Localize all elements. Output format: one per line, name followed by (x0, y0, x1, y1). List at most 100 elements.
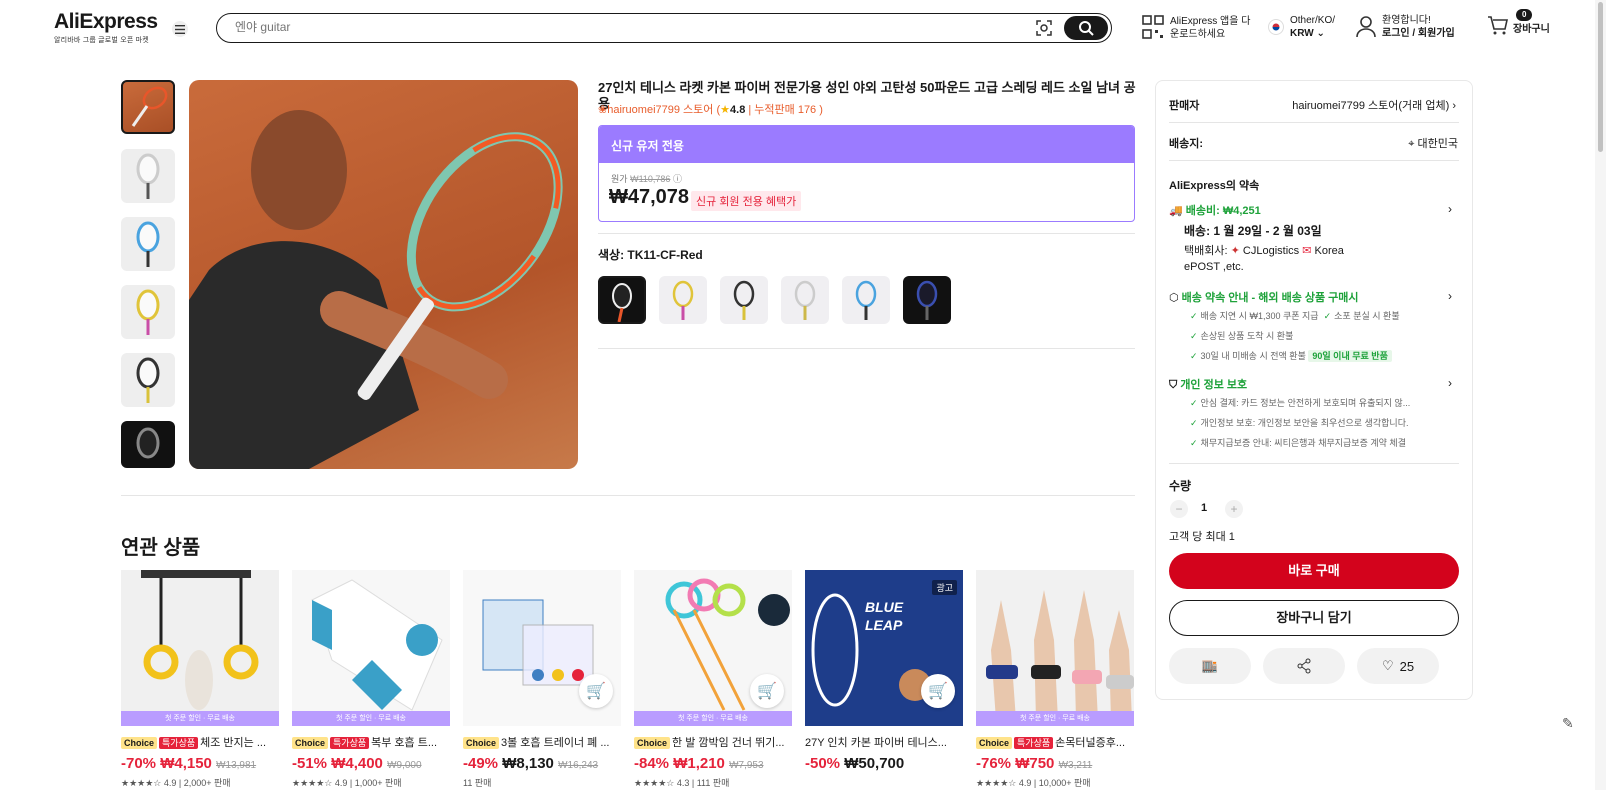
tennis-player-image (189, 110, 563, 469)
rating-sales: ★★★★☆ 4.3 | 111 판매 (634, 778, 730, 788)
choice-tag: Choice (463, 737, 500, 749)
product-card[interactable]: BLUE LEAP 광고 🛒 27Y 인치 카본 파이버 테니스... -50% … (805, 570, 963, 772)
original-price: ₩9,000 (387, 760, 422, 771)
original-price: ₩7,953 (729, 760, 764, 771)
chevron-right-icon[interactable]: › (1448, 202, 1452, 216)
qr-code-icon (1142, 15, 1164, 39)
product-card[interactable]: 첫 주문 할인 · 무료 배송 Choice 특가상품 손목터널증후... -76%… (976, 570, 1134, 789)
courier-epost: ePOST ,etc. (1184, 261, 1244, 273)
seller-link[interactable]: hairuomei7799 스토어(거래 업체) › (1292, 97, 1456, 113)
store-button[interactable]: 🏬 (1169, 648, 1251, 684)
logo-subtitle: 알리바바 그룹 글로벌 오픈 마켓 (54, 37, 149, 44)
color-swatch[interactable] (720, 276, 768, 324)
privacy-text: 채무지급보증 안내: 씨티은행과 채무지급보증 계약 체결 (1200, 438, 1406, 448)
add-to-cart-button[interactable]: 🛒 (750, 674, 784, 708)
divider (1169, 160, 1459, 161)
chevron-right-icon[interactable]: › (1448, 289, 1452, 303)
location-pin-icon: ⌖ (1408, 138, 1415, 150)
privacy-item: ✓ 안심 결제: 카드 정보는 안전하게 보호되며 유출되지 않... (1190, 398, 1411, 408)
price: ₩1,210 (673, 755, 725, 772)
star-icon: ★ (720, 104, 731, 116)
buy-now-button[interactable]: 바로 구매 (1169, 553, 1459, 589)
color-swatch[interactable] (781, 276, 829, 324)
heart-icon: ♡ (1381, 658, 1394, 673)
choice-tag: Choice (121, 737, 158, 749)
add-to-cart-button[interactable]: 🛒 (579, 674, 613, 708)
shield-check-icon: ⛉ (1169, 379, 1178, 391)
edit-icon[interactable]: ✎ (1562, 715, 1574, 732)
quantity-increase-button[interactable]: + (1225, 500, 1243, 518)
add-to-cart-button[interactable]: 🛒 (921, 674, 955, 708)
search-button[interactable] (1064, 16, 1108, 40)
color-swatch[interactable] (903, 276, 951, 324)
original-price: ₩110,786 (630, 174, 671, 184)
guarantee-item: ✓ 30일 내 미배송 시 전액 환불 90일 이내 무료 반품 (1190, 350, 1392, 362)
product-card[interactable]: 🛒 첫 주문 할인 · 무료 배송 Choice 한 발 깜박임 건너 뛰기...… (634, 570, 792, 789)
info-icon[interactable]: ⓘ (673, 174, 682, 184)
product-card[interactable]: 첫 주문 할인 · 무료 배송 Choice 특가상품 복부 호흡 트... -51… (292, 570, 450, 789)
login-signup-link[interactable]: 로그인 / 회원가입 (1382, 27, 1455, 40)
racket-image (916, 280, 938, 320)
account-menu[interactable]: 환영합니다! 로그인 / 회원가입 (1356, 14, 1455, 40)
main-product-image[interactable] (189, 80, 578, 469)
ship-to-selector[interactable]: ⌖ 대한민국 (1408, 135, 1458, 151)
chevron-right-icon[interactable]: › (1448, 376, 1452, 390)
ad-label: 광고 (932, 580, 957, 595)
product-thumbnail[interactable] (121, 149, 175, 203)
divider (598, 348, 1135, 349)
product-image (986, 590, 1134, 720)
scrollbar-thumb[interactable] (1598, 2, 1603, 152)
deal-tag: 특가상품 (1014, 737, 1054, 749)
svg-text:LEAP: LEAP (865, 617, 903, 633)
product-card[interactable]: 🛒 Choice 3볼 호흡 트레이너 폐 ... -49% ₩8,130 ₩16… (463, 570, 621, 789)
racket-image (733, 280, 755, 320)
store-link[interactable]: hairuomei7799 스토어 ( (607, 104, 720, 116)
current-price: ₩47,078 (609, 186, 690, 208)
privacy-text: 개인정보 보호: 개인정보 보안을 최우선으로 생각합니다. (1200, 418, 1409, 428)
color-swatch[interactable] (842, 276, 890, 324)
truck-icon: 🚚 (1169, 205, 1183, 217)
chevron-right-icon: › (1452, 100, 1456, 112)
original-price-label: 원가 (611, 174, 628, 184)
price: ₩750 (1015, 755, 1055, 772)
shield-icon: ⬡ (1169, 292, 1179, 304)
product-thumbnail[interactable] (121, 421, 175, 468)
free-return-badge: 90일 이내 무료 반품 (1308, 350, 1392, 362)
share-button[interactable] (1263, 648, 1345, 684)
wishlist-button[interactable]: ♡ 25 (1357, 648, 1439, 684)
product-name: 손목터널증후... (1055, 737, 1126, 749)
product-name: 3볼 호흡 트레이너 폐 ... (501, 737, 610, 749)
delivery-date: 배송: 1 월 29일 - 2 월 03일 (1184, 224, 1322, 238)
color-swatch[interactable] (659, 276, 707, 324)
color-swatch[interactable] (598, 276, 646, 324)
promo-strip: 첫 주문 할인 · 무료 배송 (634, 711, 792, 726)
region-selector[interactable]: Other/KO/KRW ⌄ (1268, 14, 1335, 40)
discount: -50% (805, 755, 841, 772)
original-price: ₩16,243 (558, 760, 599, 771)
product-thumbnail[interactable] (121, 353, 175, 407)
cart-button[interactable]: 0 장바구니 (1487, 9, 1550, 36)
search-input[interactable] (235, 20, 995, 34)
courier-cj: CJLogistics (1242, 245, 1300, 257)
discount: -76% (976, 755, 1012, 772)
deal-tag: 특가상품 (330, 737, 370, 749)
product-thumbnail[interactable] (121, 217, 175, 271)
search-bar (216, 13, 1112, 43)
product-thumbnail[interactable] (121, 80, 175, 134)
privacy-row[interactable]: ⛉ 개인 정보 보호 (1169, 376, 1247, 392)
menu-button[interactable] (172, 21, 188, 37)
product-thumbnail[interactable] (121, 285, 175, 339)
app-download[interactable]: AliExpress 앱을 다 운로드하세요 (1142, 15, 1250, 41)
racket-image (136, 357, 160, 403)
guarantee-text: 배송 지연 시 ₩1,300 쿠폰 지급 (1200, 311, 1319, 321)
quantity-decrease-button[interactable]: − (1170, 500, 1188, 518)
sold-count: | 누적판매 176 ) (748, 104, 823, 116)
shipping-fee-row[interactable]: 🚚 배송비: ₩4,251 (1169, 202, 1261, 218)
aliexpress-logo[interactable]: AliExpress 알리바바 그룹 글로벌 오픈 마켓 (54, 10, 164, 45)
quantity-value[interactable]: 1 (1201, 502, 1207, 514)
add-to-cart-button[interactable]: 장바구니 담기 (1169, 600, 1459, 636)
image-search-icon[interactable] (1035, 19, 1053, 37)
product-card[interactable]: 첫 주문 할인 · 무료 배송 Choice 특가상품 체조 반지는 ... -70… (121, 570, 279, 789)
original-price: ₩13,981 (216, 760, 257, 771)
guarantee-row[interactable]: ⬡ 배송 약속 안내 - 해외 배송 상품 구매시 (1169, 289, 1359, 305)
